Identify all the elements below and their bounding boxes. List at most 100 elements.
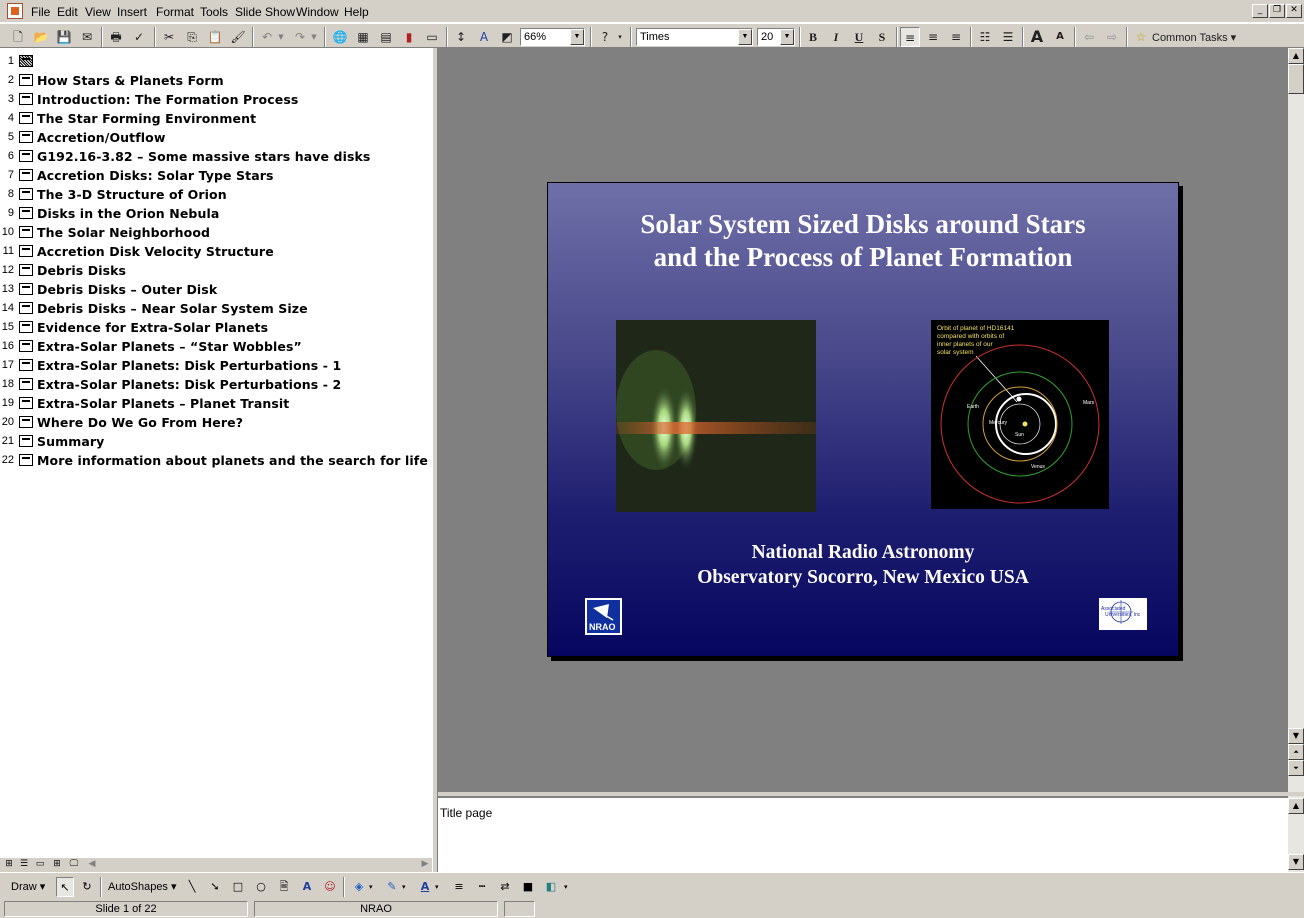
outline-slide-row[interactable]: 20 Where Do We Go From Here? (0, 413, 430, 432)
shadow-icon[interactable]: S (872, 27, 892, 47)
slide-icon[interactable] (19, 150, 33, 162)
slide-title-text[interactable]: How Stars & Planets Form (37, 73, 224, 88)
scroll-down-icon[interactable]: ▼ (1288, 854, 1304, 870)
scroll-left-icon[interactable]: ◀ (85, 858, 99, 871)
slide-icon[interactable] (19, 245, 33, 257)
show-formatting-icon[interactable]: A (474, 27, 494, 47)
outline-slide-row[interactable]: 19 Extra-Solar Planets – Planet Transit (0, 394, 430, 413)
align-center-icon[interactable]: ≡ (923, 27, 943, 47)
chevron-down-icon[interactable]: ▼ (738, 29, 752, 45)
slide-title-text[interactable]: The Solar Neighborhood (37, 225, 210, 240)
outline-slide-row[interactable]: 8 The 3-D Structure of Orion (0, 185, 430, 204)
outline-slide-row[interactable]: 6 G192.16-3.82 – Some massive stars have … (0, 147, 430, 166)
outline-slide-row[interactable]: 17 Extra-Solar Planets: Disk Perturbation… (0, 356, 430, 375)
line-color-dropdown-icon[interactable]: ▾ (402, 877, 411, 897)
outline-slide-row[interactable]: 7 Accretion Disks: Solar Type Stars (0, 166, 430, 185)
slide-icon[interactable] (19, 207, 33, 219)
slide-icon[interactable] (19, 397, 33, 409)
slide-title-text[interactable]: Summary (37, 434, 104, 449)
grayscale-preview-icon[interactable]: ◩ (497, 27, 517, 47)
slide-title-text[interactable]: Extra-Solar Planets – “Star Wobbles” (37, 339, 302, 354)
save-icon[interactable]: 💾 (54, 27, 74, 47)
menu-slide-show[interactable]: Slide Show (234, 5, 296, 19)
toolbar-options-icon[interactable]: ▾ (615, 27, 625, 47)
slide-show-icon[interactable]: 🖵 (67, 858, 81, 871)
align-left-icon[interactable]: ≡ (900, 27, 920, 47)
minimize-icon[interactable]: _ (1252, 4, 1268, 18)
scroll-up-icon[interactable]: ▲ (1288, 798, 1304, 814)
slide-title-text[interactable]: Accretion Disks: Solar Type Stars (37, 168, 274, 183)
outline-slide-row[interactable]: 18 Extra-Solar Planets: Disk Perturbation… (0, 375, 430, 394)
outline-slide-row[interactable]: 22 More information about planets and the… (0, 451, 430, 470)
increase-font-icon[interactable]: A (1027, 27, 1047, 47)
slide-title-text[interactable]: G192.16-3.82 – Some massive stars have d… (37, 149, 370, 164)
outline-slide-row[interactable]: 4 The Star Forming Environment (0, 109, 430, 128)
menu-file[interactable]: File (30, 5, 51, 19)
scroll-thumb[interactable] (1288, 64, 1304, 94)
slide-title-text[interactable]: Accretion/Outflow (37, 130, 166, 145)
slide-icon[interactable] (19, 226, 33, 238)
slide-icon[interactable] (19, 55, 33, 67)
slide-sorter-view-icon[interactable]: ⊞ (50, 858, 64, 871)
outline-slide-row[interactable]: 2 How Stars & Planets Form (0, 71, 430, 90)
bullets-icon[interactable]: ☰ (998, 27, 1018, 47)
slide-view-icon[interactable]: ▭ (33, 858, 47, 871)
slide-icon[interactable] (19, 321, 33, 333)
slide-title-text[interactable]: The Star Forming Environment (37, 111, 256, 126)
font-name-select[interactable]: Times ▼ (636, 28, 753, 46)
slide-icon[interactable] (19, 188, 33, 200)
redo-icon[interactable]: ↷ (290, 27, 310, 47)
scroll-down-icon[interactable]: ▼ (1288, 728, 1304, 744)
font-color-icon[interactable]: A (416, 877, 434, 897)
chevron-down-icon[interactable]: ▼ (570, 29, 584, 45)
slide-icon[interactable] (19, 454, 33, 466)
slide-title-text[interactable]: Disks in the Orion Nebula (37, 206, 219, 221)
outline-slide-row[interactable]: 13 Debris Disks – Outer Disk (0, 280, 430, 299)
expand-all-icon[interactable]: ↕ (451, 27, 471, 47)
slide-icon[interactable] (19, 416, 33, 428)
common-tasks-icon[interactable]: ☆ (1131, 27, 1151, 47)
slide-title-text[interactable]: Debris Disks (37, 263, 126, 278)
outline-view-icon[interactable]: ☰ (17, 858, 31, 871)
slide-icon[interactable] (19, 112, 33, 124)
outline-slide-row[interactable]: 9 Disks in the Orion Nebula (0, 204, 430, 223)
menu-view[interactable]: View (84, 5, 112, 19)
restore-icon[interactable]: ❐ (1269, 4, 1285, 18)
decrease-font-icon[interactable]: A (1050, 27, 1070, 47)
slide-title-text[interactable]: Extra-Solar Planets: Disk Perturbations … (37, 377, 341, 392)
notes-text[interactable]: Title page (440, 806, 492, 820)
notes-scrollbar[interactable]: ▲ ▼ (1288, 796, 1304, 872)
outline-slide-row[interactable]: 10 The Solar Neighborhood (0, 223, 430, 242)
dash-style-icon[interactable]: ┅ (473, 877, 491, 897)
slide-icon[interactable] (19, 378, 33, 390)
slide-scrollbar[interactable]: ▲ ▼ ⏶ ⏷ (1288, 48, 1304, 792)
print-icon[interactable]: 🖶 (106, 27, 126, 47)
undo-dropdown-icon[interactable]: ▼ (276, 27, 286, 47)
wordart-icon[interactable]: A (298, 877, 316, 897)
slide-icon[interactable] (19, 74, 33, 86)
slide-canvas[interactable]: Solar System Sized Disks around Stars an… (547, 182, 1179, 657)
outline-slide-row[interactable]: 3 Introduction: The Formation Process (0, 90, 430, 109)
cut-icon[interactable]: ✂ (159, 27, 179, 47)
line-tool-icon[interactable]: ╲ (183, 877, 201, 897)
outline-pane[interactable]: 1 2 How Stars & Planets Form 3 Introduction:… (0, 48, 432, 858)
slide-title-text[interactable]: Extra-Solar Planets – Planet Transit (37, 396, 289, 411)
select-objects-icon[interactable]: ↖ (56, 877, 74, 897)
slide-title-text[interactable]: The 3-D Structure of Orion (37, 187, 227, 202)
open-folder-icon[interactable]: 📂 (31, 27, 51, 47)
undo-icon[interactable]: ↶ (257, 27, 277, 47)
outline-slide-row[interactable]: 14 Debris Disks – Near Solar System Size (0, 299, 430, 318)
zoom-select[interactable]: 66% ▼ (520, 28, 585, 46)
slide-title-text[interactable]: Debris Disks – Near Solar System Size (37, 301, 308, 316)
slide-icon[interactable] (19, 169, 33, 181)
oval-tool-icon[interactable]: ○ (252, 877, 270, 897)
tables-borders-icon[interactable]: ▦ (353, 27, 373, 47)
menu-tools[interactable]: Tools (199, 5, 229, 19)
normal-view-icon[interactable]: ⊞ (2, 858, 16, 871)
nrao-logo[interactable]: NRAO (585, 598, 622, 635)
menu-edit[interactable]: Edit (56, 5, 79, 19)
outline-slide-row[interactable]: 15 Evidence for Extra-Solar Planets (0, 318, 430, 337)
new-slide-icon[interactable]: ▭ (422, 27, 442, 47)
new-document-icon[interactable]: 🗋 (8, 27, 28, 47)
bold-icon[interactable]: B (803, 27, 823, 47)
